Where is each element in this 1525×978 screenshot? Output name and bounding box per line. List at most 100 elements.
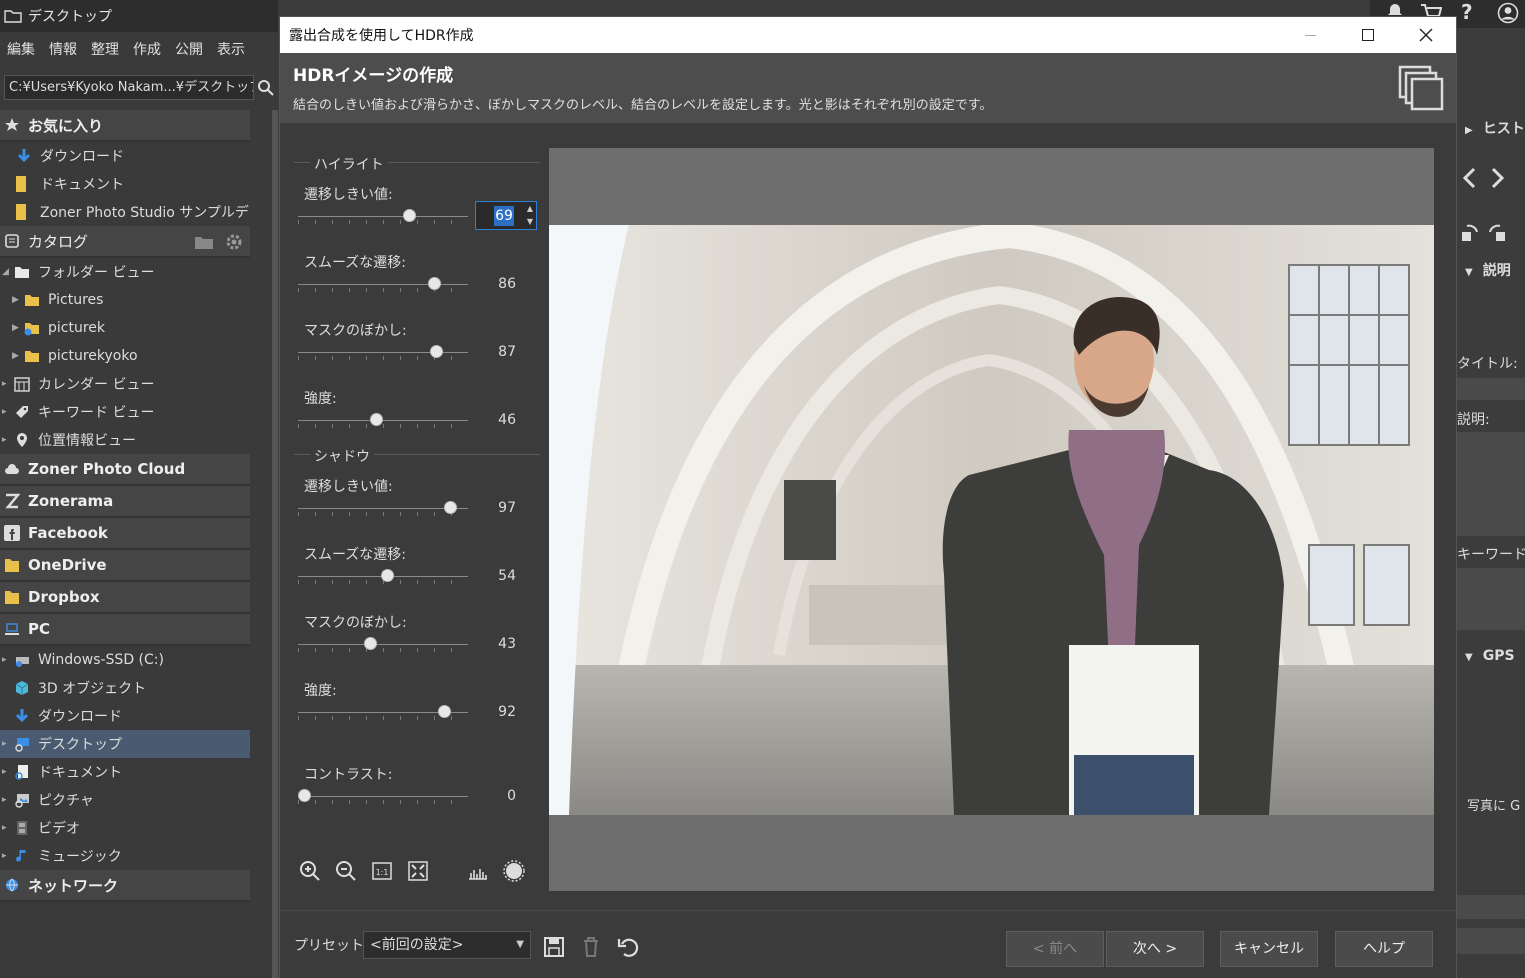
pc-item-videos[interactable]: ▸ ビデオ <box>0 814 250 842</box>
slider-thumb[interactable] <box>298 789 311 802</box>
tree-folder-picturek[interactable]: ▶ picturek <box>0 314 250 342</box>
rotate-left-icon[interactable] <box>1459 222 1481 244</box>
favorites-header[interactable]: お気に入り <box>0 110 250 142</box>
maximize-button[interactable] <box>1339 17 1397 53</box>
spinbox-value[interactable]: 69 <box>494 206 514 226</box>
help-icon[interactable]: ? <box>1461 0 1473 24</box>
pc-item-pictures[interactable]: ▸ ピクチャ <box>0 786 250 814</box>
actual-size-icon[interactable]: 1:1 <box>370 859 394 883</box>
slider-value[interactable]: 54 <box>484 568 516 584</box>
slider-value[interactable]: 0 <box>484 788 516 804</box>
spin-down-icon[interactable]: ▼ <box>527 217 533 226</box>
description-section-header[interactable]: ▼ 説明 <box>1465 260 1511 280</box>
slider-track[interactable] <box>298 216 468 217</box>
histogram-icon[interactable] <box>466 859 490 883</box>
delete-preset-icon[interactable] <box>579 935 603 959</box>
exposure-warning-icon[interactable] <box>502 859 526 883</box>
path-input[interactable]: C:¥Users¥Kyoko Nakam...¥デスクトップ <box>4 75 254 100</box>
preset-select[interactable]: <前回の設定> ▼ <box>363 931 531 959</box>
collapse-arrow-icon[interactable]: ▸ <box>2 435 14 445</box>
slider-value[interactable]: 87 <box>484 344 516 360</box>
network-header[interactable]: ネットワーク <box>0 870 250 902</box>
slider-thumb[interactable] <box>437 705 451 718</box>
reset-icon[interactable] <box>616 935 640 959</box>
slider-track[interactable] <box>298 644 468 645</box>
gear-icon[interactable] <box>224 232 244 252</box>
favorite-item-samples[interactable]: Zoner Photo Studio サンプルデー... <box>0 198 250 226</box>
pc-item-music[interactable]: ▸ ミュージック <box>0 842 250 870</box>
slider-value[interactable]: 86 <box>484 276 516 292</box>
expand-arrow-icon[interactable]: ◢ <box>2 267 14 277</box>
slider-track[interactable] <box>298 796 468 797</box>
pc-item-windows-ssd[interactable]: ▸ Windows-SSD (C:) <box>0 646 250 674</box>
next-button[interactable]: 次へ > <box>1106 931 1204 967</box>
service-dropbox[interactable]: Dropbox <box>0 582 250 614</box>
slider-value[interactable]: 92 <box>484 704 516 720</box>
minimize-button[interactable] <box>1281 17 1339 53</box>
image-preview-area[interactable] <box>549 148 1434 891</box>
collapse-arrow-icon[interactable]: ▶ <box>12 323 24 333</box>
favorite-item-downloads[interactable]: ダウンロード <box>0 142 250 170</box>
collapse-arrow-icon[interactable]: ▶ <box>12 351 24 361</box>
service-zoner-photo-cloud[interactable]: Zoner Photo Cloud <box>0 454 250 486</box>
service-onedrive[interactable]: OneDrive <box>0 550 250 582</box>
service-facebook[interactable]: Facebook <box>0 518 250 550</box>
save-preset-icon[interactable] <box>542 935 566 959</box>
collapse-arrow-icon[interactable]: ▸ <box>2 767 14 777</box>
menu-create[interactable]: 作成 <box>126 39 168 59</box>
help-button[interactable]: ヘルプ <box>1335 931 1433 967</box>
slider-value[interactable]: 43 <box>484 636 516 652</box>
cancel-button[interactable]: キャンセル <box>1220 931 1318 967</box>
favorite-item-documents[interactable]: ドキュメント <box>0 170 250 198</box>
value-spinbox[interactable]: 69 ▲ ▼ <box>475 201 537 230</box>
rotate-right-icon[interactable] <box>1486 222 1508 244</box>
tree-keyword-view[interactable]: ▸ キーワード ビュー <box>0 398 250 426</box>
add-folder-icon[interactable] <box>194 234 214 250</box>
slider-thumb[interactable] <box>444 501 457 514</box>
zoom-out-icon[interactable] <box>334 859 358 883</box>
search-icon[interactable] <box>255 75 277 100</box>
slider-thumb[interactable] <box>363 637 377 650</box>
slider-value[interactable]: 46 <box>484 412 516 428</box>
pc-header[interactable]: PC <box>0 614 250 646</box>
collapse-arrow-icon[interactable]: ▸ <box>2 379 14 389</box>
collapse-arrow-icon[interactable]: ▶ <box>12 295 24 305</box>
close-button[interactable] <box>1397 17 1455 53</box>
arrow-left-icon[interactable] <box>1460 167 1480 189</box>
pc-item-desktop[interactable]: ▸ デスクトップ <box>0 730 250 758</box>
slider-track[interactable] <box>298 420 468 421</box>
pc-item-3d-objects[interactable]: 3D オブジェクト <box>0 674 250 702</box>
slider-track[interactable] <box>298 284 468 285</box>
service-zonerama[interactable]: Zonerama <box>0 486 250 518</box>
menu-view[interactable]: 表示 <box>210 39 252 59</box>
spin-up-icon[interactable]: ▲ <box>527 204 533 213</box>
tree-folder-pictures[interactable]: ▶ Pictures <box>0 286 250 314</box>
prev-button[interactable]: < 前へ <box>1006 931 1104 967</box>
pc-item-downloads[interactable]: ダウンロード <box>0 702 250 730</box>
description-field[interactable] <box>1457 432 1525 536</box>
slider-track[interactable] <box>298 508 468 509</box>
collapse-arrow-icon[interactable]: ▸ <box>2 407 14 417</box>
collapse-arrow-icon[interactable]: ▸ <box>2 655 14 665</box>
catalog-header[interactable]: カタログ <box>0 226 250 258</box>
slider-value[interactable]: 97 <box>484 500 516 516</box>
tree-folder-view[interactable]: ◢ フォルダー ビュー <box>0 258 250 286</box>
menu-info[interactable]: 情報 <box>42 39 84 59</box>
menu-organize[interactable]: 整理 <box>84 39 126 59</box>
tree-location-view[interactable]: ▸ 位置情報ビュー <box>0 426 250 454</box>
title-field[interactable] <box>1457 378 1525 400</box>
tree-folder-picturekyoko[interactable]: ▶ picturekyoko <box>0 342 250 370</box>
collapse-arrow-icon[interactable]: ▸ <box>2 823 14 833</box>
history-header[interactable]: ▶ ヒスト <box>1465 118 1525 138</box>
user-icon[interactable] <box>1497 2 1519 24</box>
collapse-arrow-icon[interactable]: ▸ <box>2 795 14 805</box>
arrow-right-icon[interactable] <box>1487 167 1507 189</box>
left-panel-scrollbar[interactable] <box>272 110 278 978</box>
collapse-arrow-icon[interactable]: ▸ <box>2 739 14 749</box>
menu-publish[interactable]: 公開 <box>168 39 210 59</box>
fit-to-window-icon[interactable] <box>406 859 430 883</box>
keyword-field[interactable] <box>1457 568 1525 630</box>
gps-section-header[interactable]: ▼ GPS <box>1465 648 1515 664</box>
slider-thumb[interactable] <box>429 345 443 358</box>
menu-edit[interactable]: 編集 <box>0 39 42 59</box>
